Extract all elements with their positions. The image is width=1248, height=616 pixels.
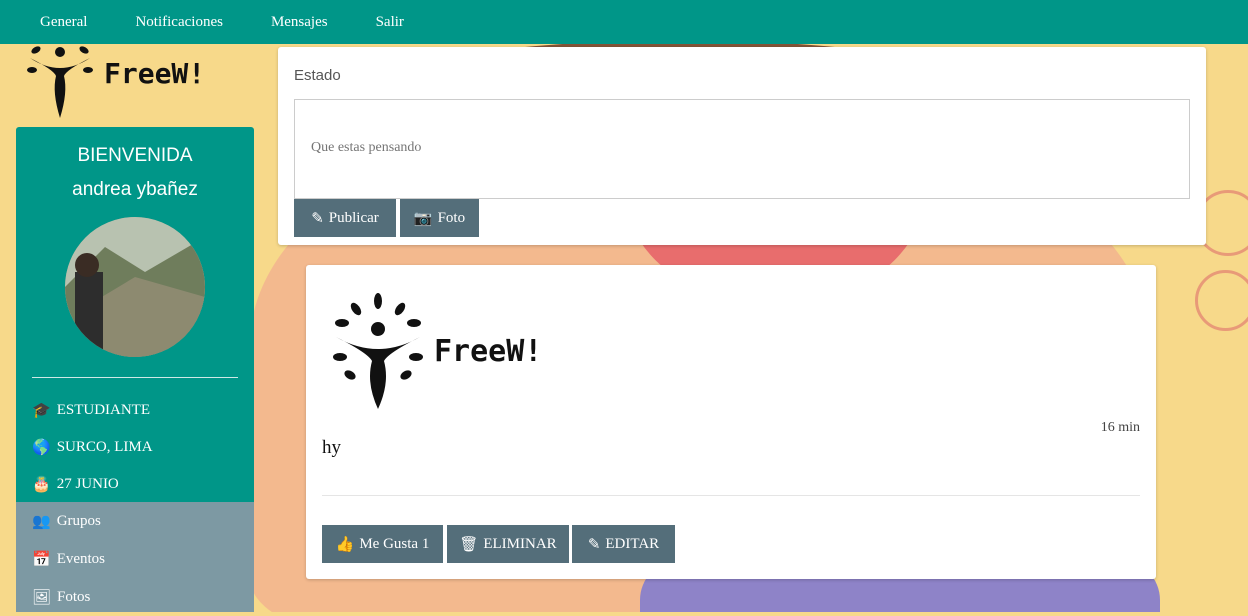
image-icon: 🖼 bbox=[32, 589, 52, 606]
edit-label: EDITAR bbox=[605, 535, 660, 552]
post-brand-name: FreeW! bbox=[434, 333, 543, 369]
edit-icon: ✎ bbox=[587, 536, 601, 553]
info-birthday: 🎂 27 JUNIO bbox=[16, 466, 254, 503]
brand-logo[interactable]: FreeW! bbox=[22, 40, 205, 120]
info-label: SURCO, LIMA bbox=[56, 439, 153, 455]
photo-label: Foto bbox=[437, 209, 466, 226]
post-timestamp: 16 min bbox=[1100, 420, 1140, 435]
birthday-cake-icon: 🎂 bbox=[32, 477, 51, 493]
status-composer: Estado ✎ Publicar 📷 Foto bbox=[278, 47, 1206, 245]
users-icon: 👥 bbox=[32, 513, 51, 530]
publish-button[interactable]: ✎ Publicar bbox=[294, 199, 396, 237]
nav-notificaciones[interactable]: Notificaciones bbox=[111, 14, 246, 31]
trash-icon: 🗑 bbox=[459, 536, 479, 553]
status-input[interactable] bbox=[294, 99, 1190, 199]
delete-label: ELIMINAR bbox=[483, 535, 557, 552]
info-label: 27 JUNIO bbox=[56, 476, 119, 492]
nav-general[interactable]: General bbox=[16, 14, 111, 31]
status-label: Estado bbox=[294, 67, 341, 84]
calendar-icon: 📅 bbox=[32, 551, 51, 568]
publish-label: Publicar bbox=[328, 209, 379, 226]
post-divider bbox=[322, 495, 1140, 496]
delete-button[interactable]: 🗑 ELIMINAR bbox=[447, 525, 569, 563]
sidebar-item-label: Eventos bbox=[56, 550, 106, 567]
info-label: ESTUDIANTE bbox=[56, 402, 151, 418]
photo-button[interactable]: 📷 Foto bbox=[400, 199, 479, 237]
top-nav: General Notificaciones Mensajes Salir bbox=[0, 0, 1248, 44]
nav-mensajes[interactable]: Mensajes bbox=[247, 14, 352, 31]
sidebar-item-fotos[interactable]: 🖼 Fotos bbox=[16, 578, 254, 616]
profile-sidebar: BIENVENIDA andrea ybañez 🎓 ESTUDIANTE 🌎 … bbox=[16, 127, 254, 612]
post-image: FreeW! bbox=[330, 291, 542, 411]
woman-tree-icon bbox=[27, 46, 93, 118]
info-occupation: 🎓 ESTUDIANTE bbox=[16, 392, 254, 429]
graduation-cap-icon: 🎓 bbox=[32, 403, 51, 419]
woman-tree-icon bbox=[333, 293, 423, 409]
avatar[interactable] bbox=[65, 217, 205, 357]
like-label: Me Gusta 1 bbox=[359, 535, 430, 552]
edit-button[interactable]: ✎ EDITAR bbox=[572, 525, 675, 563]
profile-username: andrea ybañez bbox=[72, 179, 198, 200]
like-button[interactable]: 👍 Me Gusta 1 bbox=[322, 525, 443, 563]
camera-icon: 📷 bbox=[413, 210, 433, 227]
sidebar-item-grupos[interactable]: 👥 Grupos bbox=[16, 502, 254, 540]
thumbs-up-icon: 👍 bbox=[335, 536, 355, 553]
welcome-heading: BIENVENIDA bbox=[77, 145, 193, 166]
sidebar-item-label: Grupos bbox=[56, 512, 101, 529]
globe-icon: 🌎 bbox=[32, 440, 51, 456]
post-card: FreeW! 16 min hy 👍 Me Gusta 1 🗑 ELIMINAR… bbox=[306, 265, 1156, 579]
sidebar-item-label: Fotos bbox=[57, 588, 91, 605]
info-location: 🌎 SURCO, LIMA bbox=[16, 429, 254, 466]
divider bbox=[32, 377, 238, 378]
post-text: hy bbox=[322, 437, 341, 458]
sidebar-item-eventos[interactable]: 📅 Eventos bbox=[16, 540, 254, 578]
sidebar-menu: 👥 Grupos 📅 Eventos 🖼 Fotos bbox=[16, 502, 254, 612]
brand-name: FreeW! bbox=[104, 56, 206, 90]
nav-salir[interactable]: Salir bbox=[352, 14, 428, 31]
edit-icon: ✎ bbox=[311, 210, 324, 227]
